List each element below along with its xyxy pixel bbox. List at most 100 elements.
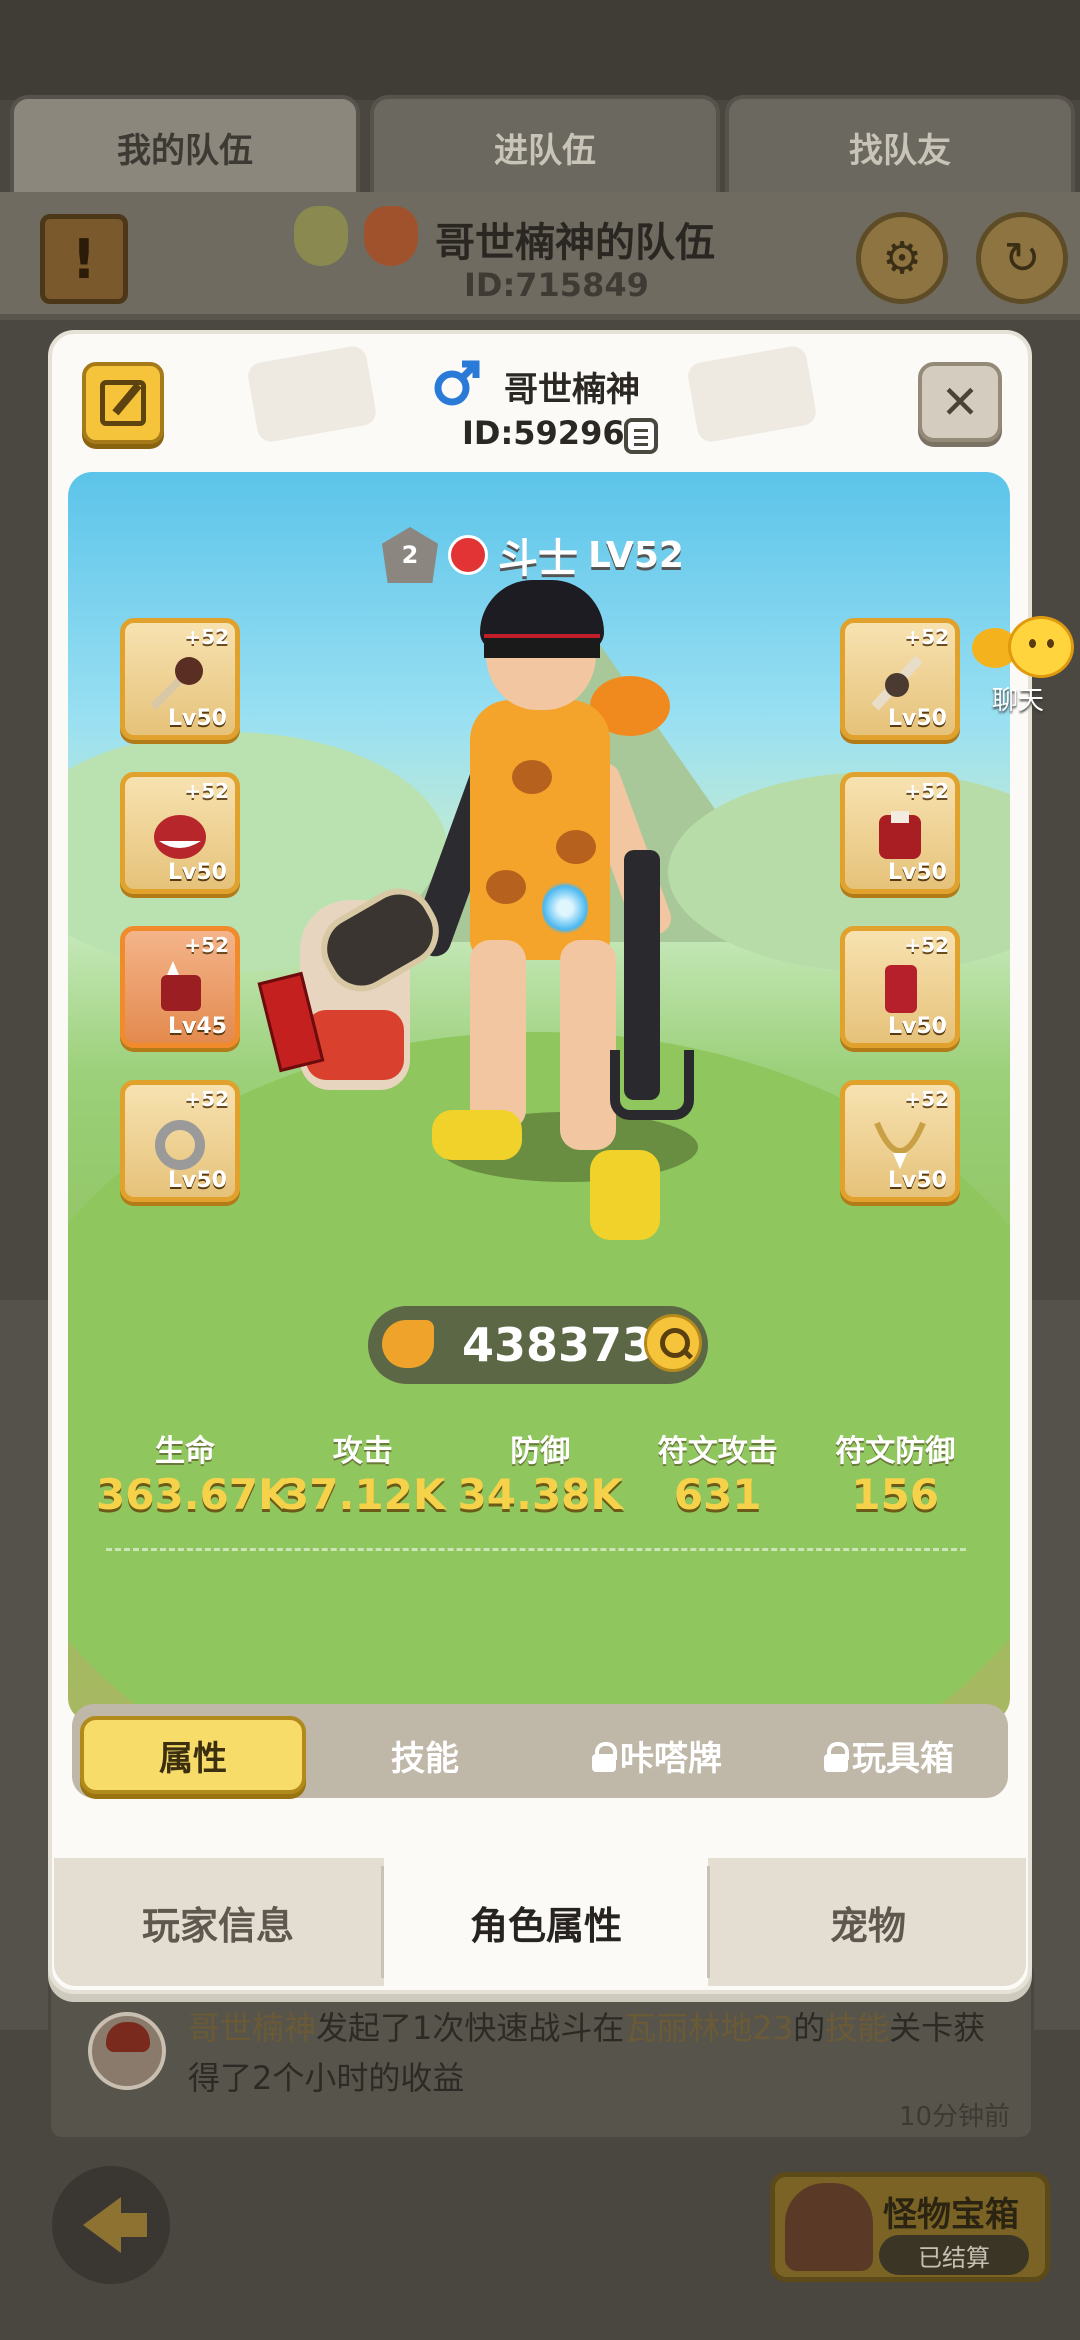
enhance-level: +52 bbox=[184, 1087, 229, 1111]
log-place: 瓦丽林地23 bbox=[624, 2009, 794, 2047]
enhance-level: +52 bbox=[184, 779, 229, 803]
item-level: Lv45 bbox=[168, 1014, 227, 1039]
class-level: LV52 bbox=[588, 534, 684, 576]
notice-icon[interactable]: ! bbox=[40, 214, 128, 304]
item-level: Lv50 bbox=[168, 860, 227, 885]
tab-toybox[interactable]: 玩具箱 bbox=[776, 1716, 1002, 1794]
equip-slot-ring[interactable]: +52 Lv50 bbox=[120, 1080, 240, 1202]
copy-id-icon[interactable] bbox=[624, 418, 658, 454]
outfit-spot bbox=[556, 830, 596, 864]
stat-defense: 防御 34.38K bbox=[452, 1426, 630, 1519]
stat-label: 符文攻击 bbox=[657, 1434, 778, 1469]
male-icon bbox=[434, 360, 480, 406]
spiked-club-icon bbox=[150, 657, 203, 710]
enhance-level: +52 bbox=[904, 625, 949, 649]
log-timestamp: 10分钟前 bbox=[898, 2102, 1010, 2132]
stat-label: 防御 bbox=[510, 1434, 571, 1469]
team-tabs: 我的队伍 进队伍 找队友 bbox=[0, 95, 1080, 195]
decor-pattern bbox=[685, 344, 819, 444]
back-button[interactable] bbox=[52, 2166, 170, 2284]
divider bbox=[106, 1548, 966, 1551]
stat-value: 631 bbox=[673, 1470, 762, 1519]
item-level: Lv50 bbox=[888, 1168, 947, 1193]
team-badge-icon bbox=[294, 206, 348, 266]
character-leg bbox=[470, 940, 526, 1130]
item-level: Lv50 bbox=[888, 706, 947, 731]
necklace-icon bbox=[874, 1121, 926, 1169]
tab-cards-label: 咔嗒牌 bbox=[620, 1738, 722, 1779]
enhance-level: +52 bbox=[904, 933, 949, 957]
stat-label: 生命 bbox=[155, 1434, 215, 1469]
outfit-spot bbox=[486, 870, 526, 904]
tab-pet[interactable]: 宠物 bbox=[710, 1858, 1026, 1986]
ring-icon bbox=[155, 1120, 205, 1170]
team-name: 哥世楠神的队伍 bbox=[435, 220, 715, 266]
equip-slot-weapon[interactable]: +52 Lv50 bbox=[120, 618, 240, 740]
log-message: 哥世楠神发起了1次快速战斗在瓦丽林地23的技能关卡获得了2个小时的收益 bbox=[188, 2003, 988, 2103]
character-body bbox=[470, 700, 610, 960]
equip-slot-necklace[interactable]: +52 Lv50 bbox=[840, 1080, 960, 1202]
lock-icon bbox=[592, 1742, 617, 1772]
decor-pattern bbox=[245, 344, 379, 444]
glowing-gem bbox=[542, 880, 588, 936]
player-name: 哥世楠神 bbox=[504, 370, 640, 410]
item-level: Lv50 bbox=[168, 706, 227, 731]
stat-rune-defense: 符文防御 156 bbox=[807, 1426, 985, 1519]
enhance-level: +52 bbox=[184, 625, 229, 649]
combat-power-value: 438373 bbox=[462, 1318, 655, 1372]
boar-chest-icon bbox=[785, 2183, 873, 2271]
log-text-1: 发起了1次快速战斗在 bbox=[316, 2009, 625, 2047]
tab-toybox-label: 玩具箱 bbox=[852, 1738, 954, 1779]
edit-profile-button[interactable] bbox=[82, 362, 164, 444]
equip-slot-boots[interactable]: +52 Lv50 bbox=[840, 926, 960, 1048]
player-id: ID:592969 bbox=[462, 414, 647, 452]
stat-value: 37.12K bbox=[280, 1470, 446, 1519]
chat-label: 聊天 bbox=[992, 686, 1045, 716]
stat-rune-attack: 符文攻击 631 bbox=[629, 1426, 807, 1519]
tab-find-teammate[interactable]: 找队友 bbox=[725, 95, 1075, 195]
tab-cards[interactable]: 咔嗒牌 bbox=[544, 1716, 770, 1794]
log-kind: 技能 bbox=[825, 2009, 890, 2047]
leader-badge-icon bbox=[364, 206, 418, 266]
settings-gear-icon[interactable]: ⚙ bbox=[856, 212, 948, 304]
chest-title: 怪物宝箱 bbox=[883, 2195, 1019, 2235]
equip-slot-offhand[interactable]: +52 Lv50 bbox=[840, 618, 960, 740]
tab-join-team[interactable]: 进队伍 bbox=[370, 95, 720, 195]
claw-weapon bbox=[610, 850, 694, 1120]
stat-attack: 攻击 37.12K bbox=[274, 1426, 452, 1519]
tab-skills[interactable]: 技能 bbox=[312, 1716, 538, 1794]
armor-icon bbox=[879, 811, 921, 859]
tab-attributes[interactable]: 属性 bbox=[80, 1716, 306, 1794]
stat-value: 156 bbox=[851, 1470, 940, 1519]
edit-icon bbox=[100, 380, 146, 426]
stats-row: 生命 363.67K 攻击 37.12K 防御 34.38K 符文攻击 631 符文防御… bbox=[96, 1426, 984, 1519]
back-arrow-icon bbox=[83, 2197, 147, 2253]
equip-slot-armor[interactable]: +52 Lv50 bbox=[840, 772, 960, 894]
stat-value: 363.67K bbox=[96, 1470, 291, 1519]
tab-player-info[interactable]: 玩家信息 bbox=[54, 1858, 382, 1986]
avatar bbox=[88, 2012, 166, 2090]
chat-button[interactable]: 聊天 bbox=[972, 616, 1080, 716]
lock-icon bbox=[824, 1742, 849, 1772]
log-player-name: 哥世楠神 bbox=[188, 2009, 317, 2047]
log-text-2: 的 bbox=[793, 2009, 826, 2047]
item-level: Lv50 bbox=[888, 860, 947, 885]
stat-hp: 生命 363.67K bbox=[96, 1426, 291, 1519]
character-shoe bbox=[432, 1110, 522, 1160]
close-button[interactable]: ✕ bbox=[918, 362, 1002, 442]
status-bar-area bbox=[0, 0, 1080, 100]
stat-label: 攻击 bbox=[332, 1434, 393, 1469]
enhance-level: +52 bbox=[904, 1087, 949, 1111]
item-level: Lv50 bbox=[168, 1168, 227, 1193]
equip-slot-gloves[interactable]: +52 Lv45 bbox=[120, 926, 240, 1048]
stat-value: 34.38K bbox=[457, 1470, 623, 1519]
exit-team-icon[interactable]: ↻ bbox=[976, 212, 1068, 304]
chest-status: 已结算 bbox=[879, 2235, 1029, 2275]
class-icon bbox=[448, 535, 488, 575]
power-detail-search-icon[interactable] bbox=[644, 1314, 702, 1372]
tab-character-attributes[interactable]: 角色属性 bbox=[384, 1858, 708, 1986]
equip-slot-helmet[interactable]: +52 Lv50 bbox=[120, 772, 240, 894]
tab-my-team[interactable]: 我的队伍 bbox=[10, 95, 360, 195]
monster-chest-button[interactable]: 怪物宝箱 已结算 bbox=[770, 2172, 1050, 2282]
class-level-row: 2 斗士 LV52 bbox=[382, 526, 684, 584]
